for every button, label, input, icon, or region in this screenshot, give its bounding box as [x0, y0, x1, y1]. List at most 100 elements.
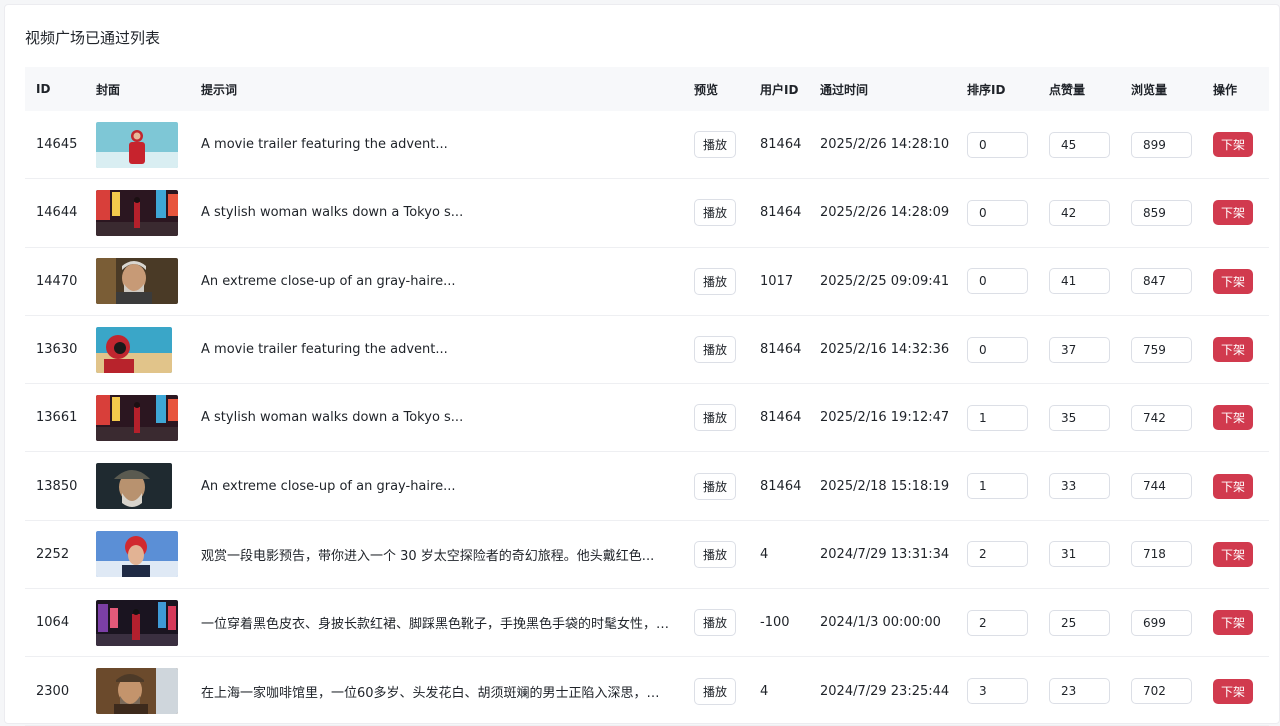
cell-actions: 下架	[1202, 405, 1262, 431]
order-id-input[interactable]	[967, 473, 1028, 500]
play-button[interactable]: 播放	[694, 609, 737, 637]
cell-user-id: 4	[760, 683, 769, 699]
cover-thumbnail[interactable]	[96, 121, 178, 168]
takedown-button[interactable]: 下架	[1213, 337, 1254, 363]
takedown-button[interactable]: 下架	[1213, 473, 1254, 499]
views-input[interactable]	[1131, 199, 1192, 226]
cover-thumbnail[interactable]	[96, 326, 172, 373]
cell-approved-time: 2025/2/25 09:09:41	[820, 273, 950, 289]
order-id-input[interactable]	[967, 609, 1028, 636]
header-actions: 操作	[1213, 82, 1238, 97]
views-input[interactable]	[1131, 541, 1192, 568]
views-input[interactable]	[1131, 609, 1192, 636]
play-button[interactable]: 播放	[694, 267, 737, 295]
likes-input[interactable]	[1049, 268, 1110, 295]
cell-approved-time: 2024/7/29 13:31:34	[820, 546, 950, 562]
order-id-input[interactable]	[967, 199, 1028, 226]
play-button[interactable]: 播放	[694, 540, 737, 568]
cell-order	[956, 541, 1038, 568]
order-id-input[interactable]	[967, 541, 1028, 568]
views-input[interactable]	[1131, 268, 1192, 295]
likes-input[interactable]	[1049, 609, 1110, 636]
takedown-button[interactable]: 下架	[1213, 268, 1254, 294]
cell-approved-time: 2025/2/26 14:28:10	[820, 137, 950, 153]
cell-user-id: 81464	[760, 205, 802, 221]
play-button[interactable]: 播放	[694, 131, 737, 159]
likes-input[interactable]	[1049, 336, 1110, 363]
cover-thumbnail[interactable]	[96, 189, 178, 236]
play-button[interactable]: 播放	[694, 199, 737, 227]
likes-input[interactable]	[1049, 541, 1110, 568]
cover-thumbnail[interactable]	[96, 668, 178, 715]
cell-id: 14470	[36, 273, 78, 289]
header-id: ID	[36, 82, 51, 96]
likes-input[interactable]	[1049, 131, 1110, 158]
play-button[interactable]: 播放	[694, 677, 737, 705]
header-order-id: 排序ID	[967, 82, 1006, 97]
cover-thumbnail[interactable]	[96, 463, 172, 510]
cell-prompt: An extreme close-up of an gray-haire...	[201, 273, 456, 289]
cell-id: 14644	[36, 205, 78, 221]
cell-user-id: 81464	[760, 410, 802, 426]
cell-preview: 播放	[683, 199, 749, 227]
views-input[interactable]	[1131, 678, 1192, 705]
cell-cover	[85, 189, 190, 236]
cell-approved-time: 2025/2/18 15:18:19	[820, 478, 950, 494]
views-input[interactable]	[1131, 336, 1192, 363]
takedown-button[interactable]: 下架	[1213, 541, 1254, 567]
cell-id: 13850	[36, 478, 78, 494]
cell-preview: 播放	[683, 267, 749, 295]
cover-thumbnail[interactable]	[96, 599, 178, 646]
table-row: 1064 一位穿着黑色皮衣、身披长款红裙、脚踩黑色靴子，手挽黑色手袋的时髦女性，在…	[25, 589, 1269, 658]
views-input[interactable]	[1131, 404, 1192, 431]
order-id-input[interactable]	[967, 404, 1028, 431]
takedown-button[interactable]: 下架	[1213, 610, 1254, 636]
page-title: 视频广场已通过列表	[25, 29, 161, 47]
cell-views	[1120, 678, 1202, 705]
cell-cover	[85, 668, 190, 715]
likes-input[interactable]	[1049, 473, 1110, 500]
cell-user-id: -100	[760, 615, 790, 631]
cell-views	[1120, 473, 1202, 500]
list-card: 视频广场已通过列表 ID 封面 提示词 预览 用户ID 通过时间 排序ID 点赞…	[4, 4, 1280, 726]
cover-thumbnail[interactable]	[96, 394, 178, 441]
order-id-input[interactable]	[967, 131, 1028, 158]
cell-preview: 播放	[683, 677, 749, 705]
likes-input[interactable]	[1049, 678, 1110, 705]
likes-input[interactable]	[1049, 404, 1110, 431]
order-id-input[interactable]	[967, 268, 1028, 295]
table-row: 13630 A movie trailer featuring the adven…	[25, 316, 1269, 385]
takedown-button[interactable]: 下架	[1213, 678, 1254, 704]
takedown-button[interactable]: 下架	[1213, 200, 1254, 226]
header-views: 浏览量	[1131, 82, 1168, 97]
cell-id: 2252	[36, 546, 70, 562]
cover-thumbnail[interactable]	[96, 531, 178, 578]
table-row: 14470 An extreme close-up of an gray-hair…	[25, 248, 1269, 316]
play-button[interactable]: 播放	[694, 336, 737, 364]
cell-likes	[1038, 131, 1120, 158]
cell-order	[956, 268, 1038, 295]
cell-actions: 下架	[1202, 337, 1262, 363]
header-prompt: 提示词	[201, 82, 238, 97]
likes-input[interactable]	[1049, 199, 1110, 226]
cell-id: 14645	[36, 137, 78, 153]
cell-actions: 下架	[1202, 473, 1262, 499]
cell-prompt: 在上海一家咖啡馆里，一位60多岁、头发花白、胡须斑斓的男士正陷入深思，他...	[201, 685, 672, 701]
cell-prompt: A stylish woman walks down a Tokyo s...	[201, 205, 464, 221]
cell-prompt: 一位穿着黑色皮衣、身披长款红裙、脚踩黑色靴子，手挽黑色手袋的时髦女性，在...	[201, 617, 682, 633]
cell-id: 13661	[36, 410, 78, 426]
takedown-button[interactable]: 下架	[1213, 132, 1254, 158]
header-preview: 预览	[694, 82, 719, 97]
cover-thumbnail[interactable]	[96, 258, 178, 305]
table-body: 14645 A movie trailer featuring the adven…	[25, 111, 1269, 726]
play-button[interactable]: 播放	[694, 472, 737, 500]
play-button[interactable]: 播放	[694, 404, 737, 432]
views-input[interactable]	[1131, 473, 1192, 500]
takedown-button[interactable]: 下架	[1213, 405, 1254, 431]
order-id-input[interactable]	[967, 678, 1028, 705]
cell-user-id: 4	[760, 546, 769, 562]
views-input[interactable]	[1131, 131, 1192, 158]
cell-approved-time: 2024/1/3 00:00:00	[820, 615, 941, 631]
cell-preview: 播放	[683, 609, 749, 637]
order-id-input[interactable]	[967, 336, 1028, 363]
